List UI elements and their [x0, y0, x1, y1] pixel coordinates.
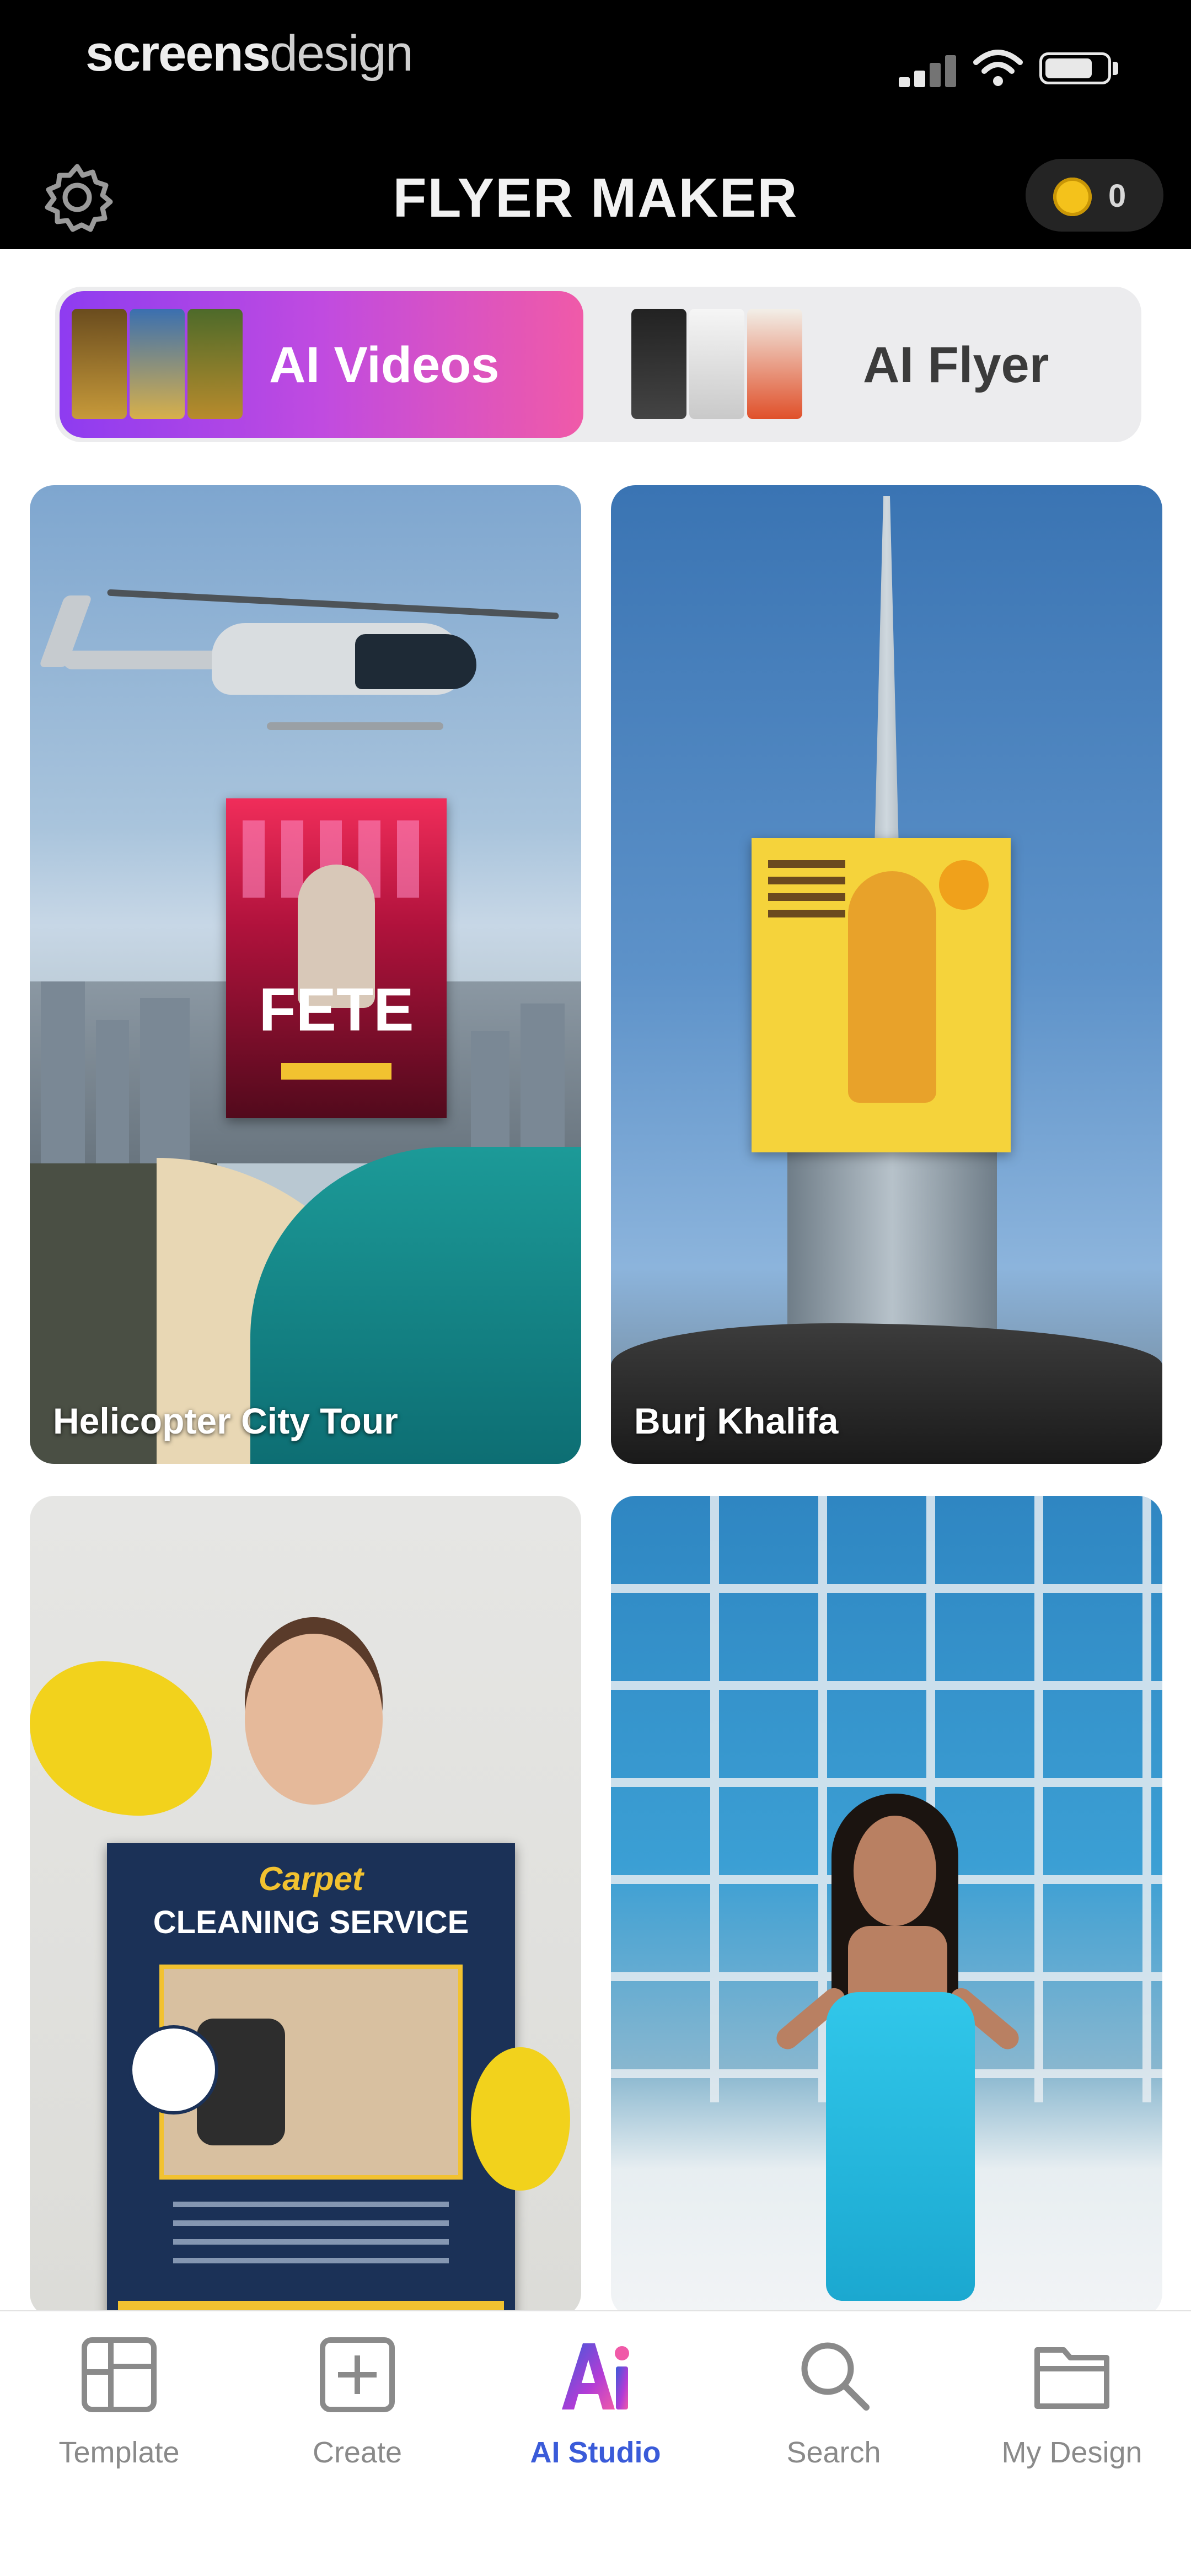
template-card-model[interactable] [611, 1496, 1162, 2317]
app-header: FLYER MAKER 0 [0, 132, 1191, 249]
search-icon [801, 2342, 870, 2411]
tower-base [787, 1119, 997, 1351]
tab-ai-videos[interactable]: AI Videos [60, 291, 583, 438]
flyer-fete: FETE [226, 798, 447, 1118]
tab-label: AI Flyer [863, 337, 1049, 393]
flyer-title: CLEANING SERVICE [153, 1904, 469, 1940]
template-grid-icon [82, 2337, 157, 2412]
model-dress [826, 1992, 975, 2301]
tab-ai-flyer[interactable]: AI Flyer [598, 291, 1133, 438]
nav-label: My Design [1001, 2436, 1142, 2469]
flyer-carpet-cleaning: Carpet CLEANING SERVICE [107, 1843, 515, 2317]
wifi-icon [973, 50, 1023, 86]
page-title: FLYER MAKER [393, 167, 798, 229]
helicopter-rotor [107, 589, 559, 620]
nav-label: AI Studio [530, 2436, 661, 2469]
ai-videos-thumbnails [72, 303, 248, 426]
nav-template[interactable]: Template [0, 2333, 238, 2499]
ai-studio-icon [562, 2343, 629, 2409]
cellular-signal-icon [899, 54, 959, 87]
coin-icon [1053, 178, 1092, 216]
status-bar: screensdesign [0, 0, 1191, 132]
nav-ai-studio[interactable]: AI Studio [476, 2333, 715, 2499]
helicopter-skid [267, 722, 443, 730]
template-card-carpet-cleaning[interactable]: Carpet CLEANING SERVICE [30, 1496, 581, 2317]
nav-label: Create [312, 2436, 403, 2469]
template-card-helicopter-city-tour[interactable]: FETE Helicopter City Tour [30, 485, 581, 1464]
coin-count: 0 [1108, 178, 1126, 214]
battery-tip [1113, 62, 1118, 75]
model-face [854, 1816, 936, 1926]
nav-label: Search [786, 2436, 881, 2469]
plus-square-icon [320, 2337, 395, 2412]
nav-create[interactable]: Create [238, 2333, 476, 2499]
nav-label: Template [58, 2436, 180, 2469]
yellow-glove [30, 1661, 212, 1816]
card-caption: Helicopter City Tour [53, 1400, 398, 1441]
helicopter-tail [63, 651, 228, 669]
bottom-tab-bar: Template Create AI Studio Search My Desi… [0, 2310, 1191, 2576]
nav-my-design[interactable]: My Design [953, 2333, 1191, 2499]
flyer-title: FETE [259, 976, 414, 1044]
crowd [611, 1323, 1162, 1464]
mode-tabs: AI Videos AI Flyer [55, 287, 1141, 442]
flyer-badge [129, 2025, 218, 2115]
ai-flyer-thumbnails [631, 303, 808, 426]
helicopter-window [355, 634, 476, 689]
folder-icon [1034, 2347, 1109, 2409]
battery-icon [1039, 52, 1111, 84]
flyer-script: Carpet [258, 1860, 364, 1897]
nav-search[interactable]: Search [715, 2333, 953, 2499]
flyer-fashion-event [752, 838, 1011, 1152]
coin-balance-button[interactable]: 0 [1026, 159, 1163, 232]
card-caption: Burj Khalifa [634, 1400, 839, 1441]
template-card-burj-khalifa[interactable]: Burj Khalifa [611, 485, 1162, 1464]
tab-label: AI Videos [269, 337, 500, 393]
brand-watermark: screensdesign [85, 25, 414, 82]
yellow-glove [471, 2047, 570, 2191]
woman-face [245, 1634, 383, 1805]
